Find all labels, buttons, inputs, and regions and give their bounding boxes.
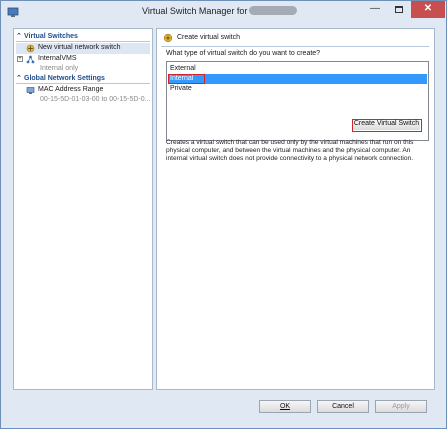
minimize-button[interactable]: — [363,2,387,18]
details-pane: Create virtual switch What type of virtu… [156,28,435,390]
close-button[interactable]: ✕ [411,1,445,18]
hyperv-app-icon [7,7,19,17]
navigation-pane: ⌃ Virtual Switches New virtual network sw… [13,28,153,390]
cancel-button[interactable]: Cancel [317,400,369,413]
create-virtual-switch-button[interactable]: Create Virtual Switch [353,120,420,130]
expand-plus-icon[interactable]: + [17,56,23,62]
panel-divider [161,46,429,47]
switch-icon [26,44,35,53]
create-button-highlight: Create Virtual Switch [352,119,422,132]
redacted-hostname [249,6,298,15]
maximize-icon [395,6,403,13]
ok-label: OK [279,403,291,410]
section-divider [16,41,150,42]
mac-range-icon [26,87,35,94]
window-title-text: Virtual Switch Manager for [142,6,248,16]
cancel-label: Cancel [332,403,354,410]
tree-item-new-virtual-network-switch[interactable]: New virtual network switch [16,43,150,54]
switch-type-question: What type of virtual switch do you want … [166,50,321,57]
tree-item-sublabel: 00-15-5D-01-03-00 to 00-15-5D-0... [40,96,151,103]
maximize-button[interactable] [387,2,411,18]
tree-item-label: MAC Address Range [38,86,104,93]
create-virtual-switch-label: Create Virtual Switch [353,120,420,127]
panel-heading: Create virtual switch [177,34,241,41]
apply-button[interactable]: Apply [375,400,427,413]
create-switch-icon [163,33,173,43]
window-title: Virtual Switch Manager for [142,6,298,16]
switch-type-description: Creates a virtual switch that can be use… [166,139,414,163]
collapse-chevron-icon: ⌃ [16,75,22,82]
collapse-chevron-icon: ⌃ [16,33,22,40]
tree-item-sublabel: Internal only [40,65,79,72]
option-external[interactable]: External [168,64,427,74]
global-network-settings-heading: Global Network Settings [24,75,105,82]
option-internal[interactable]: Internal [168,74,427,84]
ok-button[interactable]: OK [259,400,311,413]
apply-label: Apply [392,403,410,410]
highlight-box [168,74,205,84]
title-bar: Virtual Switch Manager for — ✕ [1,1,446,23]
virtual-switch-manager-window: Virtual Switch Manager for — ✕ ⌃ Virtual … [0,0,447,429]
option-private[interactable]: Private [168,84,427,94]
section-divider [16,83,150,84]
virtual-switches-heading: Virtual Switches [24,33,78,40]
network-icon [26,55,35,64]
tree-item-label: InternalVMS [38,55,77,62]
tree-item-label: New virtual network switch [38,44,121,51]
